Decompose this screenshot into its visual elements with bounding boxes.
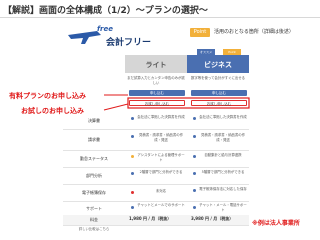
annotation-arrows <box>103 94 250 111</box>
example-note: ※例は法人事業所 <box>252 220 300 227</box>
trial-arrow <box>103 103 129 111</box>
trial-highlight-box <box>127 97 250 109</box>
